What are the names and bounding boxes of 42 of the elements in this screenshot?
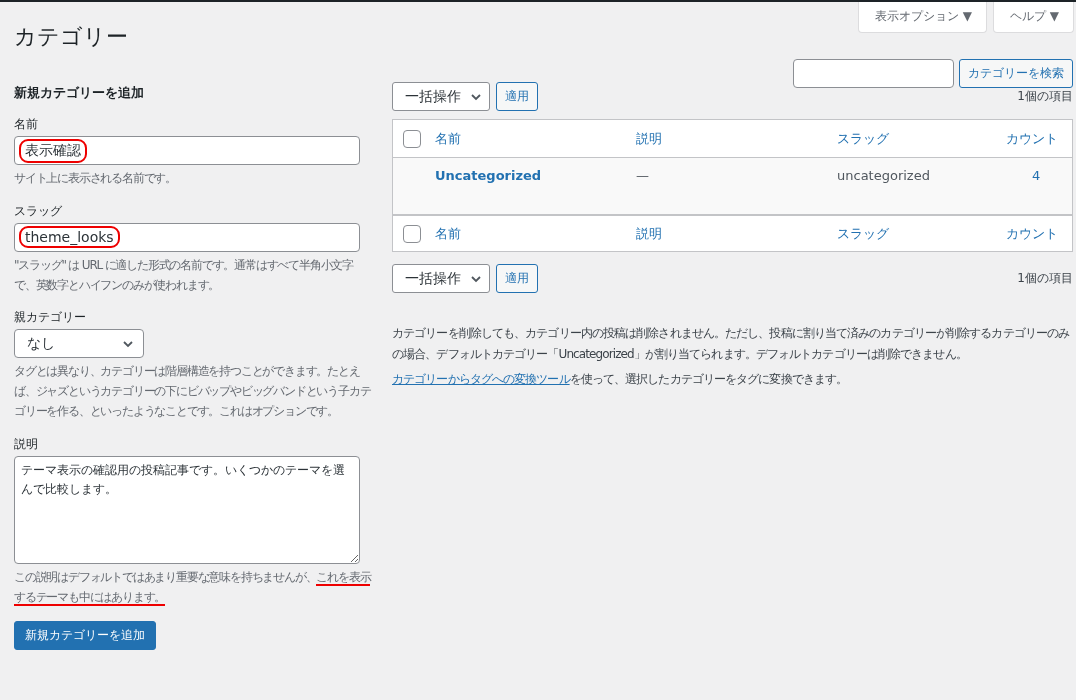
table-cell-text: uncategorized (837, 168, 931, 183)
note-text: カテゴリーからタグへの変換ツールを使って、選択したカテゴリーをタグに変換できます。 (392, 371, 849, 388)
column-header[interactable]: スラッグ (837, 224, 1006, 243)
checkbox[interactable] (403, 224, 421, 243)
text-input-field[interactable]: 表示確認 (14, 136, 360, 165)
bulk-action-select[interactable]: 一括操作 (392, 82, 490, 111)
search-input[interactable] (793, 59, 954, 88)
bulk-action-select[interactable]: 一括操作 (392, 264, 490, 293)
column-header[interactable]: カウント (1006, 224, 1058, 243)
column-header[interactable]: 説明 (636, 224, 837, 243)
apply-button[interactable]: 適用 (496, 264, 538, 293)
form-heading: 新規カテゴリーを追加 (14, 84, 145, 102)
screen-tab[interactable]: 表示オプション ▼ (857, 2, 987, 33)
item-count: 1個の項目 (1017, 88, 1073, 105)
apply-button[interactable]: 適用 (496, 82, 538, 111)
column-header[interactable]: 名前 (435, 224, 636, 243)
search-button[interactable]: カテゴリーを検索 (959, 59, 1073, 88)
converter-link[interactable]: カテゴリーからタグへの変換ツール (392, 372, 570, 386)
column-header[interactable]: スラッグ (837, 129, 1006, 148)
item-count: 1個の項目 (1017, 270, 1073, 287)
help-text: この説明はデフォルトではあまり重要な意味を持ちませんが、これを表示するテーマも中にはあります。 (14, 568, 372, 608)
description-textarea[interactable]: テーマ表示の確認用の投稿記事です。いくつかのテーマを選んで比較します。 (14, 455, 360, 564)
category-name-link[interactable]: Uncategorized (435, 168, 636, 183)
add-category-button[interactable]: 新規カテゴリーを追加 (14, 621, 156, 651)
note-text: カテゴリーを削除しても、カテゴリー内の投稿は削除されません。ただし、投稿に割り当て済みのカテゴリーが削除するカテゴリーのみの場合、デフォルトカテゴリー「Uncategorized」が割り当てられます。デフォルトカテゴリーは削除できません。 (392, 325, 1071, 363)
field-label: 親カテゴリー (14, 309, 87, 327)
column-header[interactable]: 説明 (636, 129, 837, 148)
screen-tab[interactable]: ヘルプ ▼ (992, 2, 1074, 33)
parent-category-select[interactable]: なし (14, 329, 144, 359)
field-label: 説明 (14, 435, 39, 453)
text-input-field[interactable]: theme_looks (14, 222, 360, 252)
page-title: カテゴリー (14, 23, 128, 51)
help-text: サイト上に表示される名前です。 (14, 170, 177, 187)
field-label: 名前 (14, 116, 39, 133)
table-cell-text: — (636, 168, 650, 183)
count-link[interactable]: 4 (1006, 168, 1072, 183)
field-label: スラッグ (14, 202, 63, 220)
help-text: "スラッグ" は URL に適した形式の名前です。通常はすべて半角小文字で、英数字とハイフンのみが使われます。 (14, 256, 355, 294)
column-header[interactable]: カウント (1006, 129, 1058, 148)
help-text: タグとは異なり、カテゴリーは階層構造を持つことができます。たとえば、ジャズというカテゴリーの下にビバップやビッグバンドという子カテゴリーを作る、といったようなことです。これはオプションです。 (14, 363, 372, 420)
checkbox[interactable] (403, 129, 421, 148)
column-header[interactable]: 名前 (435, 129, 636, 148)
